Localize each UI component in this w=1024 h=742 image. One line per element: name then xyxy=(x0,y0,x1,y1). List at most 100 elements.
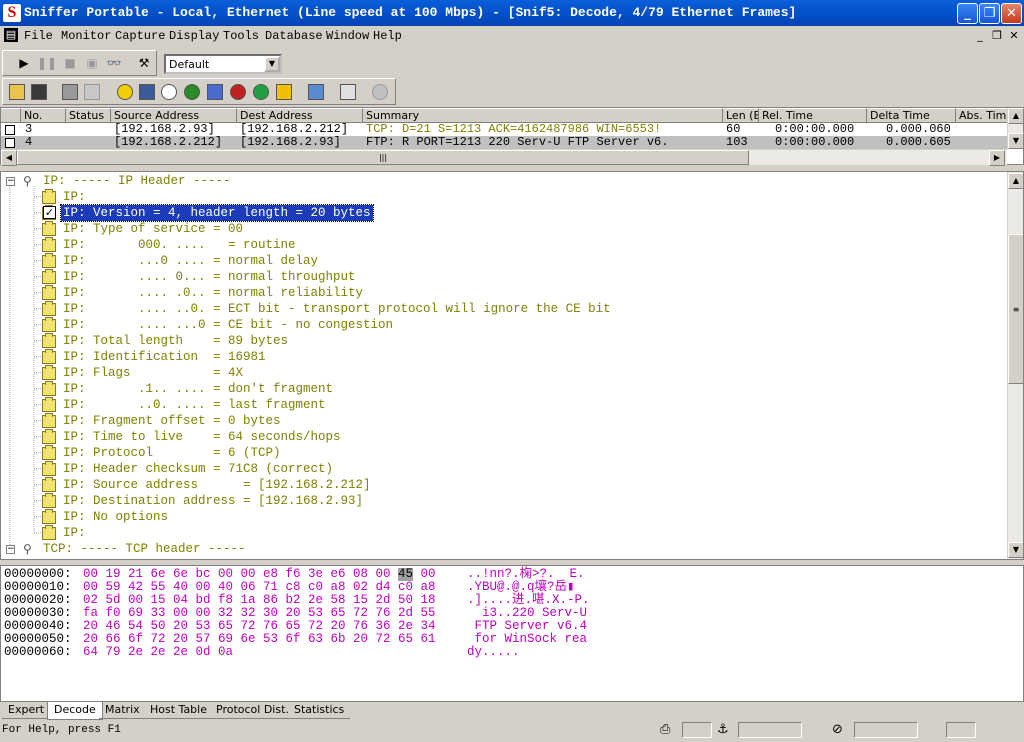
restore-button[interactable]: ❐ xyxy=(979,3,1000,24)
scroll-right-icon[interactable]: ▶ xyxy=(989,150,1005,166)
tab-statistics[interactable]: Statistics xyxy=(288,702,351,719)
frame-checkbox[interactable] xyxy=(5,138,15,148)
decode-line[interactable]: IP: Protocol = 6 (TCP) xyxy=(63,445,281,461)
frame-row[interactable]: 3 [192.168.2.93] [192.168.2.212] TCP: D=… xyxy=(1,123,1007,136)
decode-line[interactable]: IP: Flags = 4X xyxy=(63,365,243,381)
decode-line[interactable]: IP: .... ...0 = CE bit - no congestion xyxy=(63,317,393,333)
decode-line[interactable]: IP: ..0. .... = last fragment xyxy=(63,397,326,413)
decode-line[interactable]: IP: xyxy=(63,525,86,541)
decode-line[interactable]: IP: .... ..0. = ECT bit - transport prot… xyxy=(63,301,611,317)
hex-offset[interactable]: 00000060: xyxy=(4,646,72,659)
close-button[interactable]: ✕ xyxy=(1001,3,1022,24)
print-preview-icon[interactable] xyxy=(81,81,103,103)
capture-settings-icon[interactable]: ⚒ xyxy=(133,52,155,74)
scroll-up-icon[interactable]: ▲ xyxy=(1008,173,1023,189)
history-samples-icon[interactable] xyxy=(204,81,226,103)
decode-line[interactable]: IP: Source address = [192.168.2.212] xyxy=(63,477,371,493)
column-header-status[interactable]: Status xyxy=(66,108,111,123)
decode-line-selected[interactable]: IP: Version = 4, header length = 20 byte… xyxy=(60,204,374,222)
tab-decode[interactable]: Decode xyxy=(47,702,103,720)
hex-bytes[interactable]: 64 79 2e 2e 2e 0d 0a xyxy=(83,646,233,659)
sniffer-app-icon[interactable]: S xyxy=(3,4,21,22)
dashboard-icon[interactable] xyxy=(114,81,136,103)
decode-line[interactable]: IP: Identification = 16981 xyxy=(63,349,266,365)
summary-horizontal-scrollbar[interactable]: ◀ ||| ▶ xyxy=(1,149,1007,166)
column-header-no[interactable]: No. xyxy=(21,108,66,123)
tcp-header-line[interactable]: TCP: ----- TCP header ----- xyxy=(43,541,246,557)
menu-window[interactable]: Window xyxy=(326,29,369,43)
decode-line[interactable]: IP: Destination address = [192.168.2.93] xyxy=(63,493,363,509)
menu-help[interactable]: Help xyxy=(373,29,402,43)
decode-line[interactable]: IP: ...0 .... = normal delay xyxy=(63,253,318,269)
decode-line[interactable]: IP: .1.. .... = don't fragment xyxy=(63,381,333,397)
open-icon[interactable] xyxy=(6,81,28,103)
save-icon[interactable] xyxy=(28,81,50,103)
child-restore-button[interactable]: ❐ xyxy=(989,28,1005,43)
decode-line[interactable]: IP: Total length = 89 bytes xyxy=(63,333,288,349)
horizontal-scroll-thumb[interactable]: ||| xyxy=(17,150,749,165)
play-icon[interactable]: ▶ xyxy=(13,52,35,74)
column-header-rel-time[interactable]: Rel. Time xyxy=(759,108,867,123)
define-filter-icon[interactable] xyxy=(337,81,359,103)
stop-and-display-icon[interactable]: ▣ xyxy=(81,52,103,74)
select-filter-icon[interactable] xyxy=(369,81,391,103)
decode-line[interactable]: IP: No options xyxy=(63,509,168,525)
scroll-left-icon[interactable]: ◀ xyxy=(1,150,17,166)
tab-host-table[interactable]: Host Table xyxy=(144,702,213,719)
pause-icon[interactable]: ❚❚ xyxy=(36,52,58,74)
column-header-select[interactable] xyxy=(1,108,21,123)
minimize-button[interactable]: _ xyxy=(957,3,978,24)
protocol-distribution-icon[interactable] xyxy=(227,81,249,103)
filter-icon[interactable] xyxy=(305,81,327,103)
decode-line[interactable]: IP: .... 0... = normal throughput xyxy=(63,269,356,285)
hex-ascii[interactable]: dy..... xyxy=(467,646,520,659)
column-header-length[interactable]: Len (B xyxy=(723,108,759,123)
scroll-up-icon[interactable]: ▲ xyxy=(1008,108,1024,124)
column-header-summary[interactable]: Summary xyxy=(363,108,723,123)
field-folder-icon xyxy=(42,381,56,396)
document-system-icon[interactable]: ▤ xyxy=(4,28,18,42)
alarm-log-icon[interactable] xyxy=(273,81,295,103)
scroll-down-icon[interactable]: ▼ xyxy=(1008,133,1024,149)
stop-icon[interactable]: ■ xyxy=(59,52,81,74)
decode-line[interactable]: IP: Time to live = 64 seconds/hops xyxy=(63,429,341,445)
menu-tools[interactable]: Tools xyxy=(223,29,259,43)
scroll-down-icon[interactable]: ▼ xyxy=(1008,542,1023,558)
collapse-tcp-toggle[interactable]: − xyxy=(6,545,15,554)
summary-vertical-scrollbar[interactable]: ▲ ▼ xyxy=(1007,108,1024,149)
vertical-scroll-thumb[interactable]: ≡ xyxy=(1008,234,1023,384)
column-header-abs-time[interactable]: Abs. Time xyxy=(956,108,1008,123)
menu-file[interactable]: File xyxy=(24,29,53,43)
decode-line[interactable]: IP: xyxy=(63,189,86,205)
matrix-icon[interactable] xyxy=(158,81,180,103)
menu-display[interactable]: Display xyxy=(169,29,219,43)
decode-line[interactable]: IP: 000. .... = routine xyxy=(63,237,296,253)
child-close-button[interactable]: ✕ xyxy=(1006,28,1022,43)
menu-database[interactable]: Database xyxy=(265,29,323,43)
application-response-time-icon[interactable] xyxy=(181,81,203,103)
binoculars-icon[interactable]: 👓 xyxy=(103,52,125,74)
child-minimize-button[interactable]: _ xyxy=(972,28,988,43)
tab-expert[interactable]: Expert xyxy=(2,702,51,719)
decode-line[interactable]: IP: .... .0.. = normal reliability xyxy=(63,285,363,301)
column-header-delta-time[interactable]: Delta Time xyxy=(867,108,956,123)
detail-vertical-scrollbar[interactable]: ▲ ≡ ▼ xyxy=(1007,172,1023,559)
collapse-ip-toggle[interactable]: − xyxy=(6,177,15,186)
decode-line[interactable]: IP: Fragment offset = 0 bytes xyxy=(63,413,281,429)
frame-row-selected[interactable]: 4 [192.168.2.212] [192.168.2.93] FTP: R … xyxy=(1,136,1007,149)
print-icon[interactable] xyxy=(59,81,81,103)
tab-protocol-dist[interactable]: Protocol Dist. xyxy=(210,702,295,719)
column-header-dest[interactable]: Dest Address xyxy=(237,108,363,123)
column-header-source[interactable]: Source Address xyxy=(111,108,237,123)
chevron-down-icon[interactable]: ▼ xyxy=(264,56,280,72)
decode-line[interactable]: IP: Header checksum = 71C8 (correct) xyxy=(63,461,333,477)
decode-line[interactable]: IP: Type of service = 00 xyxy=(63,221,243,237)
menu-monitor[interactable]: Monitor xyxy=(61,29,111,43)
tab-matrix[interactable]: Matrix xyxy=(99,702,146,719)
frame-checkbox[interactable] xyxy=(5,125,15,135)
host-table-icon[interactable] xyxy=(136,81,158,103)
menu-capture[interactable]: Capture xyxy=(115,29,165,43)
ip-header-line[interactable]: IP: ----- IP Header ----- xyxy=(43,173,231,189)
global-statistics-icon[interactable] xyxy=(250,81,272,103)
profile-select[interactable]: Default ▼ xyxy=(164,54,282,74)
